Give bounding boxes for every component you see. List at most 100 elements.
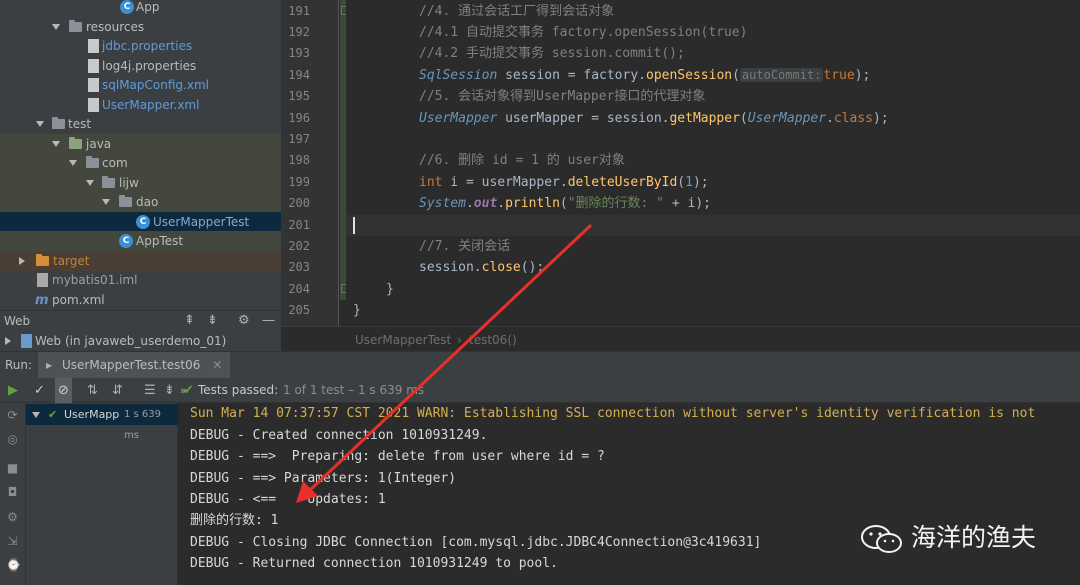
test-node-label: UserMapp — [64, 408, 120, 421]
line-number: 191 — [288, 4, 310, 18]
code-comment: //4. 通过会话工厂得到会话对象 — [419, 4, 615, 19]
breadcrumb-method[interactable]: test06() — [469, 327, 517, 353]
collapse-all-icon[interactable]: ⇟ — [164, 378, 175, 403]
tree-item-label: com — [102, 156, 128, 170]
package-icon — [119, 195, 132, 207]
rerun-failed-icon[interactable]: ⟳ — [6, 409, 19, 422]
tree-item-log4j-properties[interactable]: log4j.properties — [0, 56, 281, 76]
test-results-tree: ✔ UserMapp 1 s 639 ms — [26, 403, 178, 585]
settings-icon[interactable]: ⚙ — [6, 511, 19, 524]
tree-item-usermapper-xml[interactable]: UserMapper.xml — [0, 95, 281, 115]
web-item[interactable]: Web (in javaweb_userdemo_01) — [0, 331, 281, 351]
tree-item-app[interactable]: C App — [0, 0, 281, 17]
code-text: + i); — [664, 196, 712, 211]
toggle-auto-test-icon[interactable]: ◎ — [6, 433, 19, 446]
collapse-arrow-icon[interactable] — [5, 337, 11, 345]
line-number: 193 — [288, 46, 310, 60]
parameter-hint: autoCommit: — [739, 68, 824, 82]
code-comment: //4.1 自动提交事务 factory.openSession(true) — [419, 25, 748, 40]
code-line-199: int i = userMapper.deleteUserById(1); — [419, 172, 1080, 193]
editor-gutter: 191 192 193 194 195 196 197 198 199 200 … — [281, 0, 339, 326]
test-node[interactable]: ✔ UserMapp 1 s 639 ms — [26, 404, 178, 441]
code-line-201-current[interactable] — [346, 215, 1080, 237]
run-tab[interactable]: ▸ UserMapperTest.test06 ✕ — [38, 352, 231, 379]
code-method: println — [505, 196, 560, 211]
expand-arrow-icon[interactable] — [36, 121, 44, 127]
minimize-icon[interactable]: — — [262, 311, 275, 331]
code-editor[interactable]: //4. 通过会话工厂得到会话对象 //4.1 自动提交事务 factory.o… — [346, 0, 1080, 326]
line-number: 205 — [288, 303, 310, 317]
expand-all-icon[interactable]: ☰ — [144, 378, 156, 403]
tree-item-target[interactable]: target — [0, 251, 281, 271]
sort-duration-icon[interactable]: ⇵ — [112, 378, 123, 403]
tree-item-resources[interactable]: resources — [0, 17, 281, 37]
expand-arrow-icon[interactable] — [32, 412, 40, 418]
close-tab-icon[interactable]: ✕ — [212, 358, 222, 372]
code-brace: } — [386, 282, 394, 297]
tree-item-label: resources — [86, 20, 145, 34]
expand-arrow-icon[interactable] — [69, 160, 77, 166]
code-brace: } — [353, 303, 361, 318]
code-line-194: SqlSession session = factory.openSession… — [419, 65, 1080, 86]
console-line: DEBUG - ==> Preparing: delete from user … — [190, 449, 605, 464]
tree-item-label: dao — [136, 195, 159, 209]
code-text: ( — [732, 68, 740, 83]
tree-item-java[interactable]: java — [0, 134, 281, 154]
code-type: UserMapper — [419, 111, 498, 126]
tree-item-test[interactable]: test — [0, 114, 281, 134]
code-type: SqlSession — [419, 68, 498, 83]
code-line-191: //4. 通过会话工厂得到会话对象 — [419, 1, 1080, 22]
rerun-icon[interactable]: ▶ — [8, 378, 18, 403]
sort-alpha-icon[interactable]: ⇅ — [87, 378, 98, 403]
breadcrumb-class[interactable]: UserMapperTest — [355, 327, 451, 353]
expand-arrow-icon[interactable] — [52, 141, 60, 147]
tree-item-com[interactable]: com — [0, 153, 281, 173]
test-source-folder-icon — [69, 137, 82, 149]
collapse-all-icon[interactable]: ⇟ — [207, 311, 218, 331]
show-ignored-icon[interactable]: ⊘ — [55, 378, 72, 403]
code-keyword: true — [823, 68, 855, 83]
resources-folder-icon — [69, 20, 82, 32]
gear-icon[interactable]: ⚙ — [238, 311, 250, 331]
expand-arrow-icon[interactable] — [86, 180, 94, 186]
console-line: DEBUG - <== Updates: 1 — [190, 492, 386, 507]
tree-item-apptest[interactable]: C AppTest — [0, 231, 281, 251]
check-icon: ✔ — [183, 383, 194, 398]
line-number: 192 — [288, 25, 310, 39]
code-type: System — [419, 196, 466, 211]
screenshot-icon[interactable]: ◘ — [6, 486, 19, 499]
code-line-195: //5. 会话对象得到UserMapper接口的代理对象 — [419, 86, 1080, 107]
tree-item-pom[interactable]: m pom.xml — [0, 290, 281, 310]
module-file-icon — [37, 273, 48, 287]
code-type: UserMapper — [747, 111, 827, 126]
tree-item-jdbc-properties[interactable]: jdbc.properties — [0, 36, 281, 56]
show-passed-icon[interactable]: ✓ — [34, 378, 45, 403]
code-method: openSession — [646, 68, 733, 83]
tree-item-usermappertest[interactable]: C UserMapperTest — [0, 212, 281, 232]
tree-item-iml[interactable]: mybatis01.iml — [0, 270, 281, 290]
tree-item-dao[interactable]: dao — [0, 192, 281, 212]
collapse-arrow-icon[interactable] — [19, 257, 25, 265]
breadcrumb-separator: › — [457, 333, 462, 347]
tree-item-label: App — [136, 0, 160, 14]
code-comment: //4.2 手动提交事务 session.commit(); — [419, 46, 685, 61]
xml-file-icon — [88, 78, 99, 92]
code-line-200: System.out.println("删除的行数: " + i); — [419, 193, 1080, 214]
stop-icon[interactable]: ■ — [6, 462, 19, 475]
history-icon[interactable]: ⌚ — [6, 559, 21, 572]
console-line: DEBUG - Closing JDBC Connection [com.mys… — [190, 535, 762, 550]
expand-all-icon[interactable]: ⇞ — [184, 311, 195, 331]
code-text: ( — [559, 196, 568, 211]
code-keyword: int — [419, 175, 443, 190]
line-number: 195 — [288, 89, 310, 103]
code-method: getMapper — [669, 111, 740, 126]
expand-arrow-icon[interactable] — [102, 199, 110, 205]
tree-item-lijw[interactable]: lijw — [0, 173, 281, 193]
tree-item-sqlmapconfig[interactable]: sqlMapConfig.xml — [0, 75, 281, 95]
expand-arrow-icon[interactable] — [52, 24, 60, 30]
code-line-192: //4.1 自动提交事务 factory.openSession(true) — [419, 22, 1080, 43]
code-text: . — [465, 196, 474, 211]
console-line: 删除的行数: 1 — [190, 513, 279, 528]
project-tree: C App resources jdbc.properties log4j.pr… — [0, 0, 281, 310]
import-tests-icon[interactable]: ⇲ — [6, 535, 19, 548]
